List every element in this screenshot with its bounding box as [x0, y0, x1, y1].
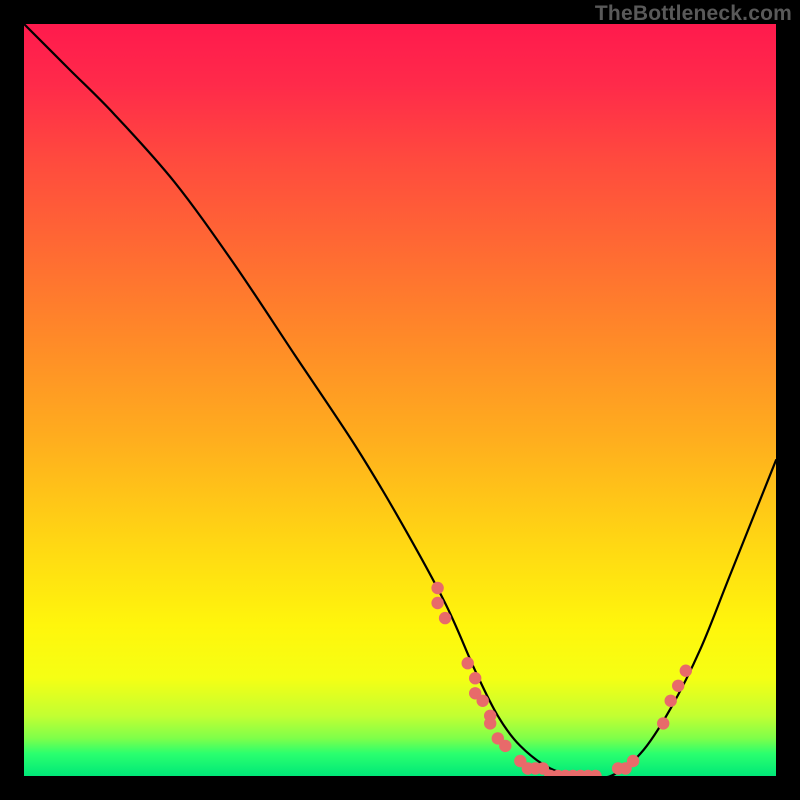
curve-marker: [499, 740, 511, 752]
curve-marker: [477, 695, 489, 707]
chart-frame: TheBottleneck.com: [0, 0, 800, 800]
curve-marker: [672, 680, 684, 692]
curve-marker: [431, 582, 443, 594]
curve-marker: [469, 672, 481, 684]
curve-marker: [431, 597, 443, 609]
bottleneck-curve-svg: [24, 24, 776, 776]
curve-marker: [462, 657, 474, 669]
plot-area: [24, 24, 776, 776]
curve-marker: [680, 665, 692, 677]
watermark-text: TheBottleneck.com: [595, 2, 792, 26]
curve-marker: [657, 717, 669, 729]
bottleneck-curve: [24, 24, 776, 776]
curve-marker: [665, 695, 677, 707]
curve-marker: [484, 717, 496, 729]
curve-marker: [627, 755, 639, 767]
curve-marker: [439, 612, 451, 624]
curve-markers: [431, 582, 692, 776]
